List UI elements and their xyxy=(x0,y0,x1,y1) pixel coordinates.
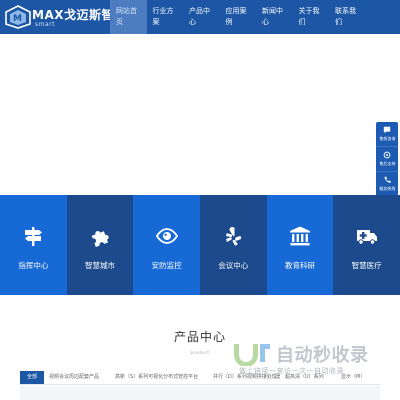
float-item-label: 售前咨询 xyxy=(379,136,395,141)
nav-item-label: 网站首页 xyxy=(116,7,137,26)
solution-label: 智慧城市 xyxy=(84,261,115,270)
solution-smart-city[interactable]: 智慧城市 xyxy=(66,195,134,295)
tab-s-series[interactable]: 高新（S）系列可视化分布式管控平台 xyxy=(110,371,208,384)
nav-item-products[interactable]: 产品中心 xyxy=(183,0,220,34)
float-item-presales[interactable]: 售前咨询 xyxy=(376,122,398,147)
nav-item-label: 关于我们 xyxy=(298,7,320,26)
solution-medical[interactable]: 智慧医疗 xyxy=(333,195,400,295)
institution-icon xyxy=(289,226,310,246)
float-item-label: 服务热线 xyxy=(379,186,395,191)
hero-banner xyxy=(0,34,400,195)
nav-item-about[interactable]: 关于我们 xyxy=(293,0,330,34)
phone-icon xyxy=(384,176,391,183)
tab-video-conference[interactable]: 视频会议周边配套产品 xyxy=(44,371,110,384)
main-nav: 网站首页 行业方案 产品中心 应用案例 新闻中心 关于我们 联系我们 xyxy=(110,0,366,34)
signpost-icon xyxy=(25,227,43,246)
nav-item-home[interactable]: 网站首页 xyxy=(110,0,147,34)
nav-item-label: 产品中心 xyxy=(189,7,210,26)
solution-command-center[interactable]: 指挥中心 xyxy=(0,195,67,295)
nav-item-label: 应用案例 xyxy=(225,7,247,26)
float-item-aftersales[interactable]: 售后支持 xyxy=(376,147,398,172)
solution-label: 指挥中心 xyxy=(18,261,49,270)
logo-subtext: smart xyxy=(35,21,55,28)
support-icon xyxy=(383,151,391,159)
solution-education[interactable]: 教育科研 xyxy=(266,195,334,295)
nav-item-news[interactable]: 新闻中心 xyxy=(256,0,293,34)
watermark-text: 自动秒收录 xyxy=(276,345,369,366)
eye-icon xyxy=(155,228,178,244)
nav-item-label: 联系我们 xyxy=(335,7,356,26)
yelp-burst-icon xyxy=(226,227,242,246)
float-item-hotline[interactable]: 服务热线 xyxy=(376,172,398,197)
product-list-area xyxy=(20,386,380,400)
nav-item-cases[interactable]: 应用案例 xyxy=(220,0,257,34)
puzzle-icon xyxy=(91,231,109,247)
solution-meeting-center[interactable]: 会议中心 xyxy=(199,195,267,295)
solution-label: 智慧医疗 xyxy=(351,261,382,270)
watermark: 自动秒收录 做上链接一来访一次一自动收录 xyxy=(228,338,393,378)
solution-label: 会议中心 xyxy=(218,261,249,270)
nav-item-label: 新闻中心 xyxy=(262,7,283,26)
ambulance-icon xyxy=(356,230,377,245)
site-header: M MAX戈迈斯智能 smart 网站首页 行业方案 产品中心 应用案例 新闻中… xyxy=(0,0,400,34)
tab-all[interactable]: 全部 xyxy=(20,371,44,384)
chat-icon xyxy=(383,126,391,134)
solution-label: 安防监控 xyxy=(151,261,182,270)
nav-item-solutions[interactable]: 行业方案 xyxy=(147,0,184,34)
solution-security[interactable]: 安防监控 xyxy=(133,195,200,295)
logo[interactable]: M MAX戈迈斯智能 smart xyxy=(4,4,126,30)
float-item-label: 售后支持 xyxy=(379,161,395,166)
svg-text:M: M xyxy=(13,14,22,24)
nav-item-label: 行业方案 xyxy=(152,7,174,26)
solutions-strip: 指挥中心 智慧城市 安防监控 会议中心 教育科研 智慧医疗 xyxy=(0,195,400,295)
watermark-logo-icon xyxy=(234,344,270,366)
logo-cube-icon: M xyxy=(5,5,31,29)
solution-label: 教育科研 xyxy=(284,261,315,270)
nav-item-contact[interactable]: 联系我们 xyxy=(329,0,366,34)
watermark-subtext: 做上链接一来访一次一自动收录 xyxy=(239,367,344,375)
